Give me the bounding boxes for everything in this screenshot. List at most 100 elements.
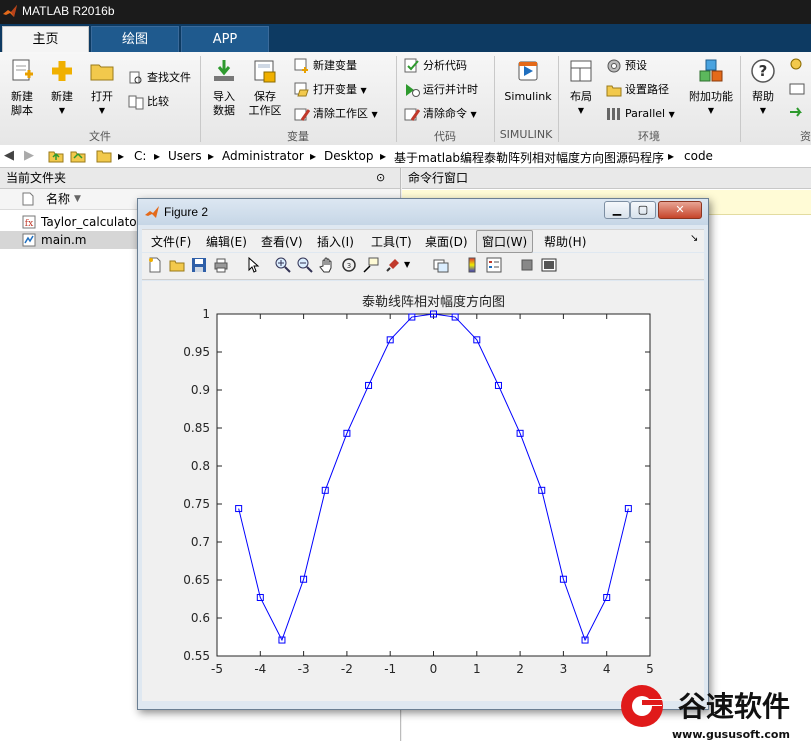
- open-folder-icon: [90, 64, 114, 81]
- compare-button[interactable]: 比较: [128, 92, 169, 112]
- breadcrumb-item[interactable]: 基于matlab编程泰勒阵列相对幅度方向图源码程序: [394, 149, 664, 166]
- colorbar-icon[interactable]: [464, 257, 480, 273]
- brush-icon[interactable]: [385, 257, 401, 273]
- clear-commands-dropdown-icon[interactable]: ▼: [471, 110, 477, 119]
- breadcrumb-item[interactable]: Desktop: [324, 149, 374, 163]
- breadcrumb-item[interactable]: Administrator: [222, 149, 304, 163]
- menu-edit[interactable]: 编辑(E): [206, 233, 247, 250]
- import-data-label-1: 导入: [213, 90, 235, 103]
- back-arrow-icon[interactable]: ◀: [4, 148, 14, 163]
- help-dropdown-icon[interactable]: ▼: [746, 104, 780, 118]
- find-files-button[interactable]: 查找文件: [128, 68, 191, 88]
- open-dropdown-icon[interactable]: ▼: [86, 104, 118, 118]
- data-cursor-icon[interactable]: [363, 257, 379, 273]
- ribbon-tab-row: 主页 绘图 APP: [0, 24, 811, 52]
- file-header-icon: [22, 192, 34, 206]
- figure-window[interactable]: Figure 2 ▁ ▢ ✕ 文件(F) 编辑(E) 查看(V) 插入(I) 工…: [137, 198, 709, 710]
- simulink-button[interactable]: Simulink: [500, 58, 556, 104]
- layout-icon: [570, 60, 592, 82]
- pan-hand-icon[interactable]: [319, 257, 335, 273]
- browse-folder-icon[interactable]: [70, 148, 86, 164]
- menu-dock-arrow-icon[interactable]: ↘: [690, 233, 698, 244]
- minimize-icon: ▁: [612, 203, 622, 216]
- analyze-code-button[interactable]: 分析代码: [404, 56, 467, 76]
- new-button[interactable]: 新建 ▼: [46, 58, 78, 118]
- tab-apps[interactable]: APP: [181, 26, 269, 52]
- import-data-button[interactable]: 导入 数据: [206, 58, 242, 118]
- tab-plots[interactable]: 绘图: [91, 26, 179, 52]
- maximize-button[interactable]: ▢: [630, 201, 656, 219]
- menu-window[interactable]: 窗口(W): [476, 230, 534, 253]
- menu-help[interactable]: 帮助(H): [544, 233, 586, 250]
- addons-button[interactable]: 附加功能 ▼: [686, 58, 736, 118]
- show-plot-tools-icon[interactable]: [541, 257, 557, 273]
- new-figure-icon[interactable]: [147, 257, 163, 273]
- tab-home[interactable]: 主页: [2, 26, 89, 52]
- panel-options-icon[interactable]: ⊙: [376, 168, 385, 188]
- sort-arrow-icon[interactable]: ▼: [74, 189, 81, 209]
- group-label-file: 文件: [89, 130, 111, 143]
- open-variable-button[interactable]: 打开变量 ▼: [294, 80, 367, 100]
- breadcrumb-item[interactable]: Users: [168, 149, 202, 163]
- preferences-button[interactable]: 预设: [606, 56, 647, 76]
- breadcrumb-separator: ▸: [154, 149, 161, 163]
- save-workspace-button[interactable]: 保存 工作区: [246, 58, 284, 118]
- new-script-button[interactable]: 新建 脚本: [4, 58, 40, 118]
- line-plot[interactable]: -5 -4 -3 -2 -1 0 1 2 3 4 5 0.55 0.6 0.65 0.7 0.75 0.8 0.8…: [142, 281, 704, 701]
- layout-button[interactable]: 布局 ▼: [564, 58, 598, 118]
- x-tick-label: 1: [473, 662, 481, 676]
- link-plot-icon[interactable]: [433, 257, 449, 273]
- app-title: MATLAB R2016b: [22, 4, 115, 18]
- figure-title-bar[interactable]: Figure 2 ▁ ▢ ✕: [138, 199, 708, 225]
- edit-plot-pointer-icon[interactable]: [245, 257, 261, 273]
- rotate-3d-icon[interactable]: 3: [341, 257, 357, 273]
- close-button[interactable]: ✕: [658, 201, 702, 219]
- clear-workspace-button[interactable]: 清除工作区 ▼: [294, 104, 378, 124]
- breadcrumb-item[interactable]: code: [684, 149, 713, 163]
- y-tick-label: 0.8: [191, 459, 210, 473]
- brush-dropdown-icon[interactable]: ▼: [404, 260, 412, 276]
- save-figure-icon[interactable]: [191, 257, 207, 273]
- hide-plot-tools-icon[interactable]: [519, 257, 535, 273]
- open-button[interactable]: 打开 ▼: [86, 58, 118, 118]
- layout-dropdown-icon[interactable]: ▼: [564, 104, 598, 118]
- menu-view[interactable]: 查看(V): [261, 233, 303, 250]
- minimize-button[interactable]: ▁: [604, 201, 630, 219]
- breadcrumb-item[interactable]: C:: [134, 149, 146, 163]
- addons-dropdown-icon[interactable]: ▼: [686, 104, 736, 118]
- parallel-dropdown-icon[interactable]: ▼: [669, 110, 675, 119]
- menu-tools[interactable]: 工具(T): [371, 233, 412, 250]
- breadcrumb-separator: ▸: [208, 149, 215, 163]
- help-button[interactable]: ? 帮助 ▼: [746, 58, 780, 118]
- menu-file[interactable]: 文件(F): [151, 233, 191, 250]
- new-dropdown-icon[interactable]: ▼: [46, 104, 78, 118]
- ribbon-separator: [396, 56, 397, 142]
- legend-icon[interactable]: [486, 257, 502, 273]
- zoom-in-icon[interactable]: [275, 257, 291, 273]
- zoom-out-icon[interactable]: [297, 257, 313, 273]
- community-icons[interactable]: [788, 58, 808, 128]
- column-name-header[interactable]: 名称: [46, 189, 70, 209]
- save-workspace-label-1: 保存: [254, 90, 276, 103]
- help-question-icon: ?: [751, 59, 775, 83]
- print-figure-icon[interactable]: [213, 257, 229, 273]
- open-variable-dropdown-icon[interactable]: ▼: [361, 86, 367, 95]
- x-tick-label: 4: [603, 662, 611, 676]
- parallel-button[interactable]: Parallel ▼: [606, 104, 675, 124]
- clear-workspace-dropdown-icon[interactable]: ▼: [372, 110, 378, 119]
- parallel-icon: [607, 108, 620, 120]
- menu-insert[interactable]: 插入(I): [317, 233, 354, 250]
- figure-toolbar: 3 ▼: [142, 253, 704, 280]
- group-label-environment: 环境: [638, 130, 660, 143]
- new-variable-button[interactable]: 新建变量: [294, 56, 357, 76]
- clear-commands-button[interactable]: 清除命令 ▼: [404, 104, 477, 124]
- up-folder-icon[interactable]: [48, 148, 64, 164]
- forward-arrow-icon[interactable]: ▶: [24, 148, 34, 163]
- set-path-button[interactable]: 设置路径: [606, 80, 669, 100]
- open-file-icon[interactable]: [169, 257, 185, 273]
- figure-canvas[interactable]: -5 -4 -3 -2 -1 0 1 2 3 4 5 0.55 0.6 0.65 0.7 0.75 0.8 0.8…: [142, 281, 704, 701]
- ribbon-separator: [558, 56, 559, 142]
- figure-menu-bar: 文件(F) 编辑(E) 查看(V) 插入(I) 工具(T) 桌面(D) 窗口(W…: [142, 229, 704, 253]
- menu-desktop[interactable]: 桌面(D): [425, 233, 468, 250]
- run-and-time-button[interactable]: 运行并计时: [404, 80, 478, 100]
